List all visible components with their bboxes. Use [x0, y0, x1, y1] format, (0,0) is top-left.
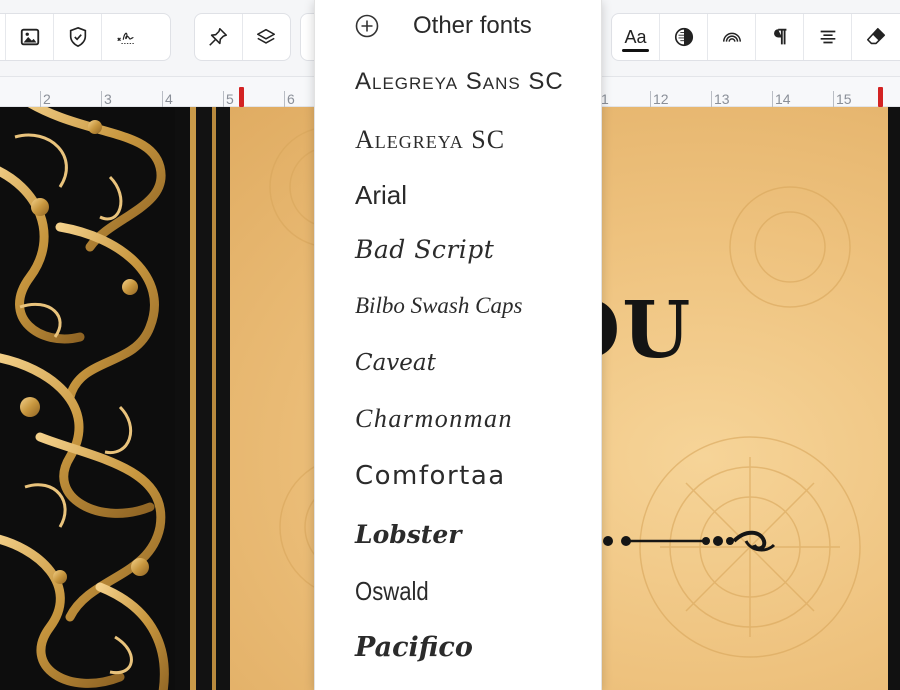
font-option-comfortaa[interactable]: Comfortaa — [315, 449, 601, 505]
ruler-number: 1 — [601, 91, 609, 107]
other-fonts-button[interactable]: Other fonts — [315, 0, 601, 52]
ruler-tick — [223, 91, 224, 107]
font-option-alegreya-sans-sc[interactable]: Alegreya Sans SC — [315, 56, 601, 112]
font-option-arial[interactable]: Arial — [315, 168, 601, 224]
insert-tool-group — [0, 13, 171, 61]
font-option-label: Comfortaa — [355, 461, 506, 491]
font-option-label: Charmonman — [355, 404, 514, 433]
gold-border-line — [212, 107, 216, 690]
layers-icon — [257, 28, 276, 44]
paragraph-button[interactable] — [756, 14, 804, 60]
font-option-pacifico[interactable]: Pacifico — [315, 620, 601, 676]
font-option-label: Bad Script — [355, 235, 495, 264]
align-center-button[interactable] — [804, 14, 852, 60]
ruler-tick — [833, 91, 834, 107]
signature-button[interactable] — [102, 14, 150, 60]
eraser-icon — [866, 27, 886, 45]
font-option-label: Pacifico — [355, 632, 473, 663]
ruler-number: 4 — [165, 91, 173, 107]
font-option-bilbo-swash-caps[interactable]: Bilbo Swash Caps — [315, 281, 601, 337]
font-option-label: Arial — [355, 180, 408, 210]
ruler-tick — [711, 91, 712, 107]
floral-ornament — [0, 107, 169, 690]
font-option-alegreya-sc[interactable]: Alegreya SC — [315, 113, 601, 169]
signature-icon — [117, 32, 135, 44]
ruler-number: 14 — [775, 91, 791, 107]
layers-button[interactable] — [243, 14, 291, 60]
ornament-border — [0, 107, 175, 690]
ruler-number: 6 — [287, 91, 295, 107]
font-option-label: Lobster — [355, 520, 462, 549]
contrast-button[interactable] — [660, 14, 708, 60]
curve-text-button[interactable] — [708, 14, 756, 60]
ornamental-divider — [596, 530, 776, 552]
align-center-icon — [820, 30, 835, 44]
ruler-number: 13 — [714, 91, 730, 107]
border-strip — [175, 107, 190, 690]
ruler-tick — [101, 91, 102, 107]
font-option-label: Oswald — [355, 576, 429, 606]
eraser-button[interactable] — [852, 14, 900, 60]
font-option-caveat[interactable]: Caveat — [315, 338, 601, 394]
ruler-tick — [162, 91, 163, 107]
ruler-number: 15 — [836, 91, 852, 107]
security-button[interactable] — [54, 14, 102, 60]
other-fonts-label: Other fonts — [413, 12, 532, 39]
text-color-bar — [622, 49, 649, 52]
right-margin-marker[interactable] — [878, 87, 883, 107]
ruler-number: 2 — [43, 91, 51, 107]
image-icon — [20, 28, 39, 46]
curve-text-icon — [722, 32, 741, 42]
font-option-oswald[interactable]: Oswald — [315, 564, 601, 620]
font-option-charmonman[interactable]: Charmonman — [315, 392, 601, 448]
ruler-tick — [650, 91, 651, 107]
plus-circle-icon — [355, 14, 379, 38]
contrast-icon — [674, 27, 693, 47]
font-option-bad-script[interactable]: Bad Script — [315, 223, 601, 279]
ruler-number: 12 — [653, 91, 669, 107]
text-style-button[interactable]: Aa — [612, 14, 660, 60]
card-right-border — [888, 107, 900, 690]
font-family-dropdown[interactable]: Other fonts Alegreya Sans SC Alegreya SC… — [314, 0, 602, 690]
pin-button[interactable] — [195, 14, 243, 60]
text-tool-group: Aa — [611, 13, 900, 61]
ruler-number: 5 — [226, 91, 234, 107]
left-margin-marker[interactable] — [239, 87, 244, 107]
shield-check-icon — [69, 26, 86, 48]
paragraph-icon — [773, 28, 786, 45]
font-option-label: Alegreya SC — [355, 125, 506, 154]
font-option-label: Alegreya Sans SC — [355, 68, 564, 95]
ruler-tick — [40, 91, 41, 107]
font-option-label: Bilbo Swash Caps — [355, 293, 523, 318]
pin-icon — [209, 27, 228, 46]
ruler-number: 3 — [104, 91, 112, 107]
ruler-tick — [772, 91, 773, 107]
font-option-label: Caveat — [355, 350, 436, 376]
image-button[interactable] — [6, 14, 54, 60]
ruler-tick — [284, 91, 285, 107]
text-style-icon: Aa — [624, 27, 647, 47]
arrange-tool-group — [194, 13, 291, 61]
font-option-lobster[interactable]: Lobster — [315, 508, 601, 564]
